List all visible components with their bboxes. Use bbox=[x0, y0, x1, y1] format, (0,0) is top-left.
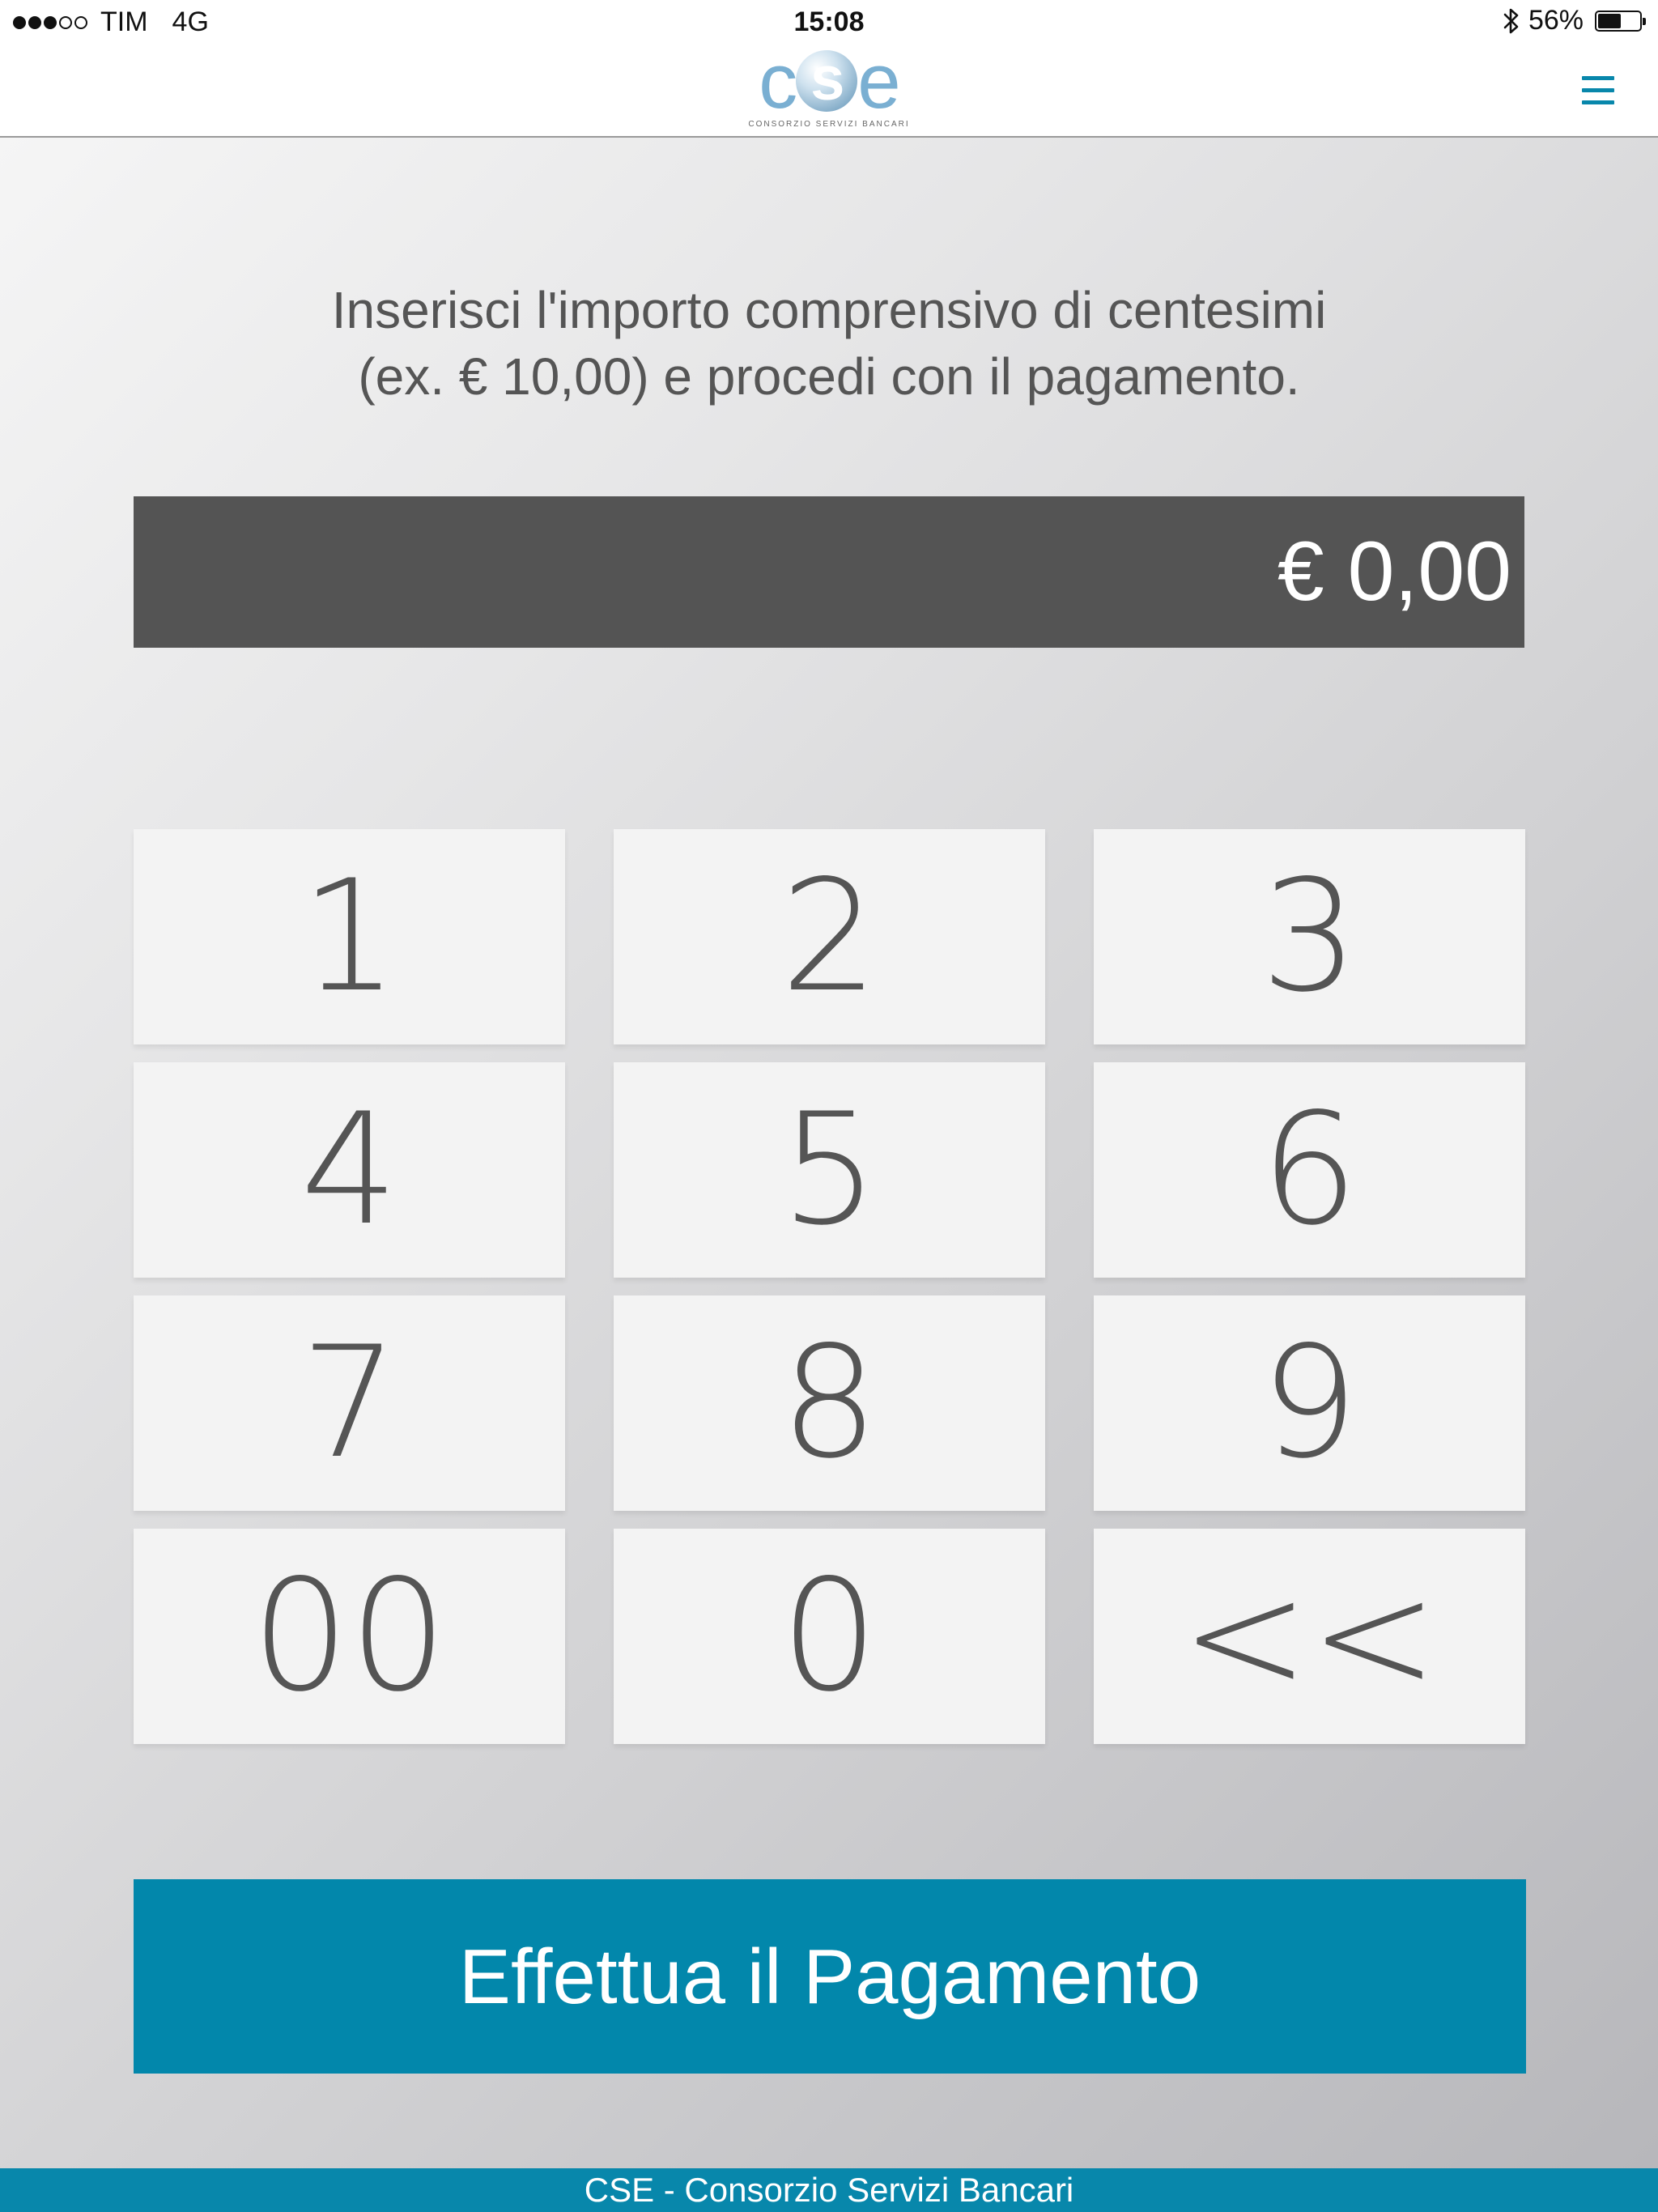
key-double-zero[interactable]: 00 bbox=[134, 1529, 565, 1744]
backspace-key[interactable]: << bbox=[1094, 1529, 1525, 1744]
key-7[interactable]: 7 bbox=[134, 1295, 565, 1511]
numeric-keypad: 1 2 3 4 5 6 7 8 9 00 0 << bbox=[134, 829, 1526, 1746]
bluetooth-icon bbox=[1503, 8, 1519, 33]
instructions-text: Inserisci l'importo comprensivo di cente… bbox=[181, 277, 1477, 410]
key-2[interactable]: 2 bbox=[614, 829, 1045, 1044]
key-9[interactable]: 9 bbox=[1094, 1295, 1525, 1511]
key-4[interactable]: 4 bbox=[134, 1062, 565, 1278]
logo-sphere-icon: s bbox=[796, 49, 858, 112]
battery-percent: 56% bbox=[1528, 5, 1584, 36]
key-5[interactable]: 5 bbox=[614, 1062, 1045, 1278]
key-1[interactable]: 1 bbox=[134, 829, 565, 1044]
key-6[interactable]: 6 bbox=[1094, 1062, 1525, 1278]
hamburger-menu-icon[interactable] bbox=[1582, 76, 1614, 105]
logo-letter-c: c bbox=[759, 38, 797, 125]
instructions-line-2: (ex. € 10,00) e procedi con il pagamento… bbox=[358, 347, 1300, 406]
status-bar: TIM 4G 15:08 56% bbox=[0, 0, 1658, 45]
key-0[interactable]: 0 bbox=[614, 1529, 1045, 1744]
instructions-line-1: Inserisci l'importo comprensivo di cente… bbox=[331, 281, 1327, 339]
logo-letter-e: e bbox=[857, 38, 900, 125]
battery-fill bbox=[1598, 13, 1621, 28]
amount-display: € 0,00 bbox=[134, 496, 1524, 648]
status-right: 56% bbox=[1503, 5, 1646, 36]
battery-icon bbox=[1595, 10, 1646, 32]
key-8[interactable]: 8 bbox=[614, 1295, 1045, 1511]
app-header: cse CONSORZIO SERVIZI BANCARI bbox=[0, 38, 1658, 138]
footer-bar: CSE - Consorzio Servizi Bancari bbox=[0, 2168, 1658, 2212]
status-time: 15:08 bbox=[793, 6, 865, 37]
cse-logo[interactable]: cse CONSORZIO SERVIZI BANCARI bbox=[748, 38, 910, 136]
key-3[interactable]: 3 bbox=[1094, 829, 1525, 1044]
pay-button[interactable]: Effettua il Pagamento bbox=[134, 1879, 1526, 2074]
logo-mark: cse bbox=[748, 38, 910, 125]
